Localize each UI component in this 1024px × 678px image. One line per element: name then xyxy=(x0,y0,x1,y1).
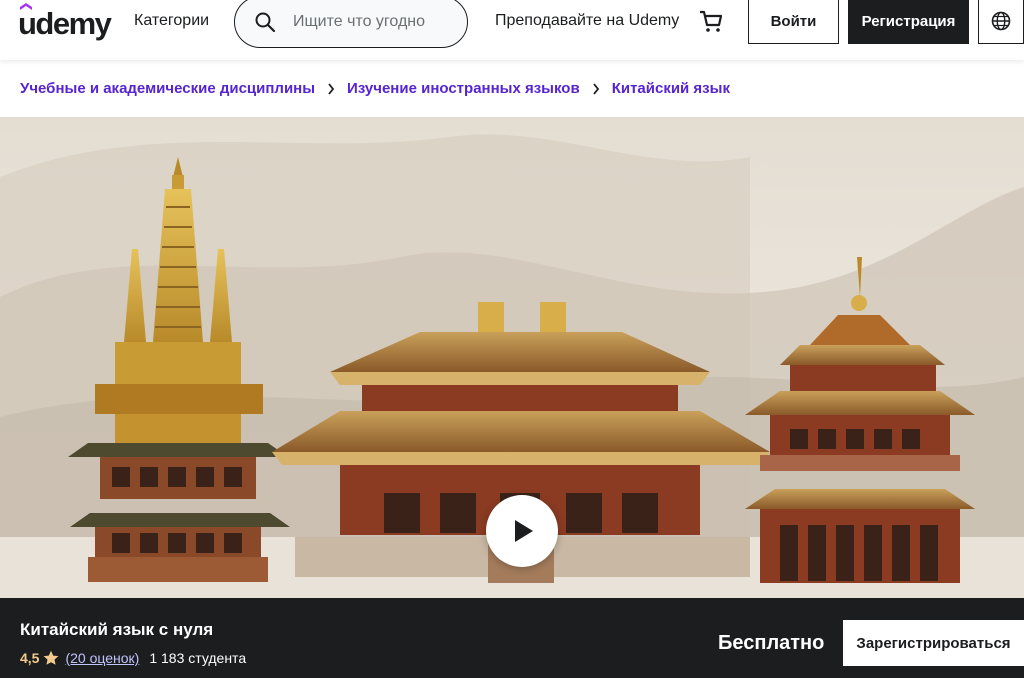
search-bar[interactable] xyxy=(234,0,468,48)
search-icon[interactable] xyxy=(253,10,277,34)
ratings-count-link[interactable]: (20 оценок) xyxy=(65,650,139,666)
course-price: Бесплатно xyxy=(718,632,825,654)
logo-text: udemy xyxy=(18,6,112,41)
star-icon xyxy=(44,650,59,665)
course-rating: 4,5 (20 оценок) 1 183 студента xyxy=(20,650,246,666)
udemy-logo[interactable]: udemy xyxy=(18,3,112,42)
globe-icon xyxy=(991,11,1011,31)
chevron-right-icon xyxy=(592,82,599,95)
course-preview-video[interactable] xyxy=(0,117,1024,598)
breadcrumb-item-languages[interactable]: Изучение иностранных языков xyxy=(347,80,580,97)
breadcrumb: Учебные и академические дисциплины Изуче… xyxy=(20,80,730,97)
language-button[interactable] xyxy=(978,0,1024,44)
search-input[interactable] xyxy=(293,13,443,31)
play-icon xyxy=(515,520,533,542)
enroll-button[interactable]: Зарегистрироваться xyxy=(843,620,1024,666)
course-info-bar: Китайский язык с нуля 4,5 (20 оценок) 1 … xyxy=(0,598,1024,678)
play-button[interactable] xyxy=(486,495,558,567)
students-count: 1 183 студента xyxy=(149,650,247,666)
teach-link[interactable]: Преподавайте на Udemy xyxy=(495,12,679,30)
course-title: Китайский язык с нуля xyxy=(20,620,214,639)
chevron-right-icon xyxy=(328,82,335,95)
rating-value: 4,5 xyxy=(20,650,40,666)
site-header: udemy Категории Преподавайте на Udemy Во… xyxy=(0,0,1024,60)
categories-link[interactable]: Категории xyxy=(134,12,209,30)
login-button[interactable]: Войти xyxy=(748,0,839,44)
breadcrumb-item-academics[interactable]: Учебные и академические дисциплины xyxy=(20,80,315,97)
breadcrumb-item-chinese[interactable]: Китайский язык xyxy=(612,80,730,97)
cart-icon[interactable] xyxy=(698,8,724,34)
logo-cap-icon xyxy=(20,3,32,10)
signup-button[interactable]: Регистрация xyxy=(848,0,969,44)
